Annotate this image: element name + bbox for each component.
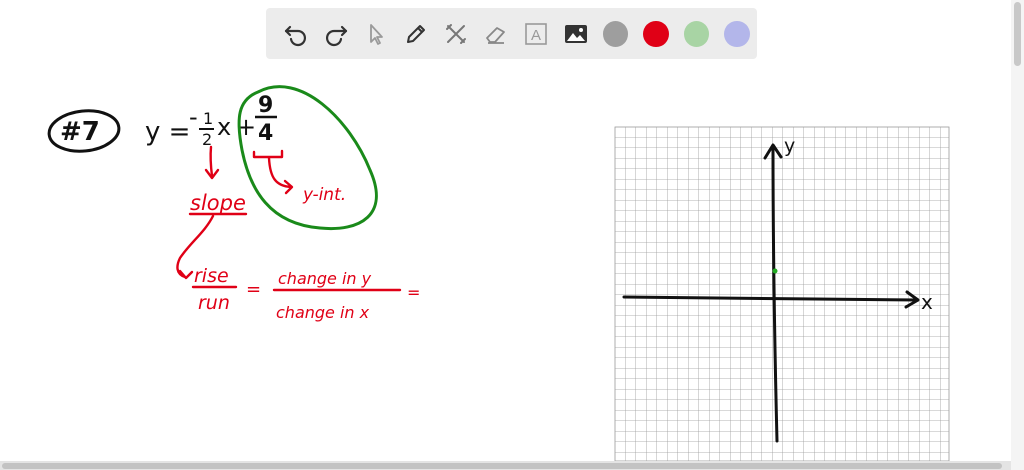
equals-sign: = bbox=[246, 279, 261, 300]
x-axis-label: x bbox=[921, 290, 933, 314]
slope-numerator: 1 bbox=[203, 109, 213, 128]
vertical-scrollbar[interactable] bbox=[1011, 0, 1024, 470]
rise-label: rise bbox=[194, 265, 229, 287]
problem-label: #7 bbox=[60, 117, 100, 147]
intercept-numerator: 9 bbox=[258, 93, 273, 118]
trailing-equals-sign: = bbox=[407, 283, 420, 302]
y-axis-label: y bbox=[784, 135, 795, 157]
run-label: run bbox=[198, 292, 230, 314]
graph-paper bbox=[614, 126, 950, 462]
slope-sign: - bbox=[189, 103, 198, 131]
change-in-y-label: change in y bbox=[278, 269, 372, 288]
intercept-denominator: 4 bbox=[258, 121, 273, 146]
whiteboard-canvas[interactable]: x y #7 y = - 1 2 x + 9 4 slope y-int. ri… bbox=[0, 0, 1024, 470]
x-variable: x bbox=[217, 113, 231, 141]
change-in-x-label: change in x bbox=[276, 303, 370, 322]
y-intercept-point bbox=[772, 268, 778, 274]
y-intercept-label: y-int. bbox=[302, 185, 346, 205]
equation-lhs: y = bbox=[145, 117, 190, 147]
slope-label: slope bbox=[190, 191, 246, 215]
horizontal-scroll-thumb[interactable] bbox=[2, 463, 1002, 469]
vertical-scroll-thumb[interactable] bbox=[1014, 2, 1021, 66]
